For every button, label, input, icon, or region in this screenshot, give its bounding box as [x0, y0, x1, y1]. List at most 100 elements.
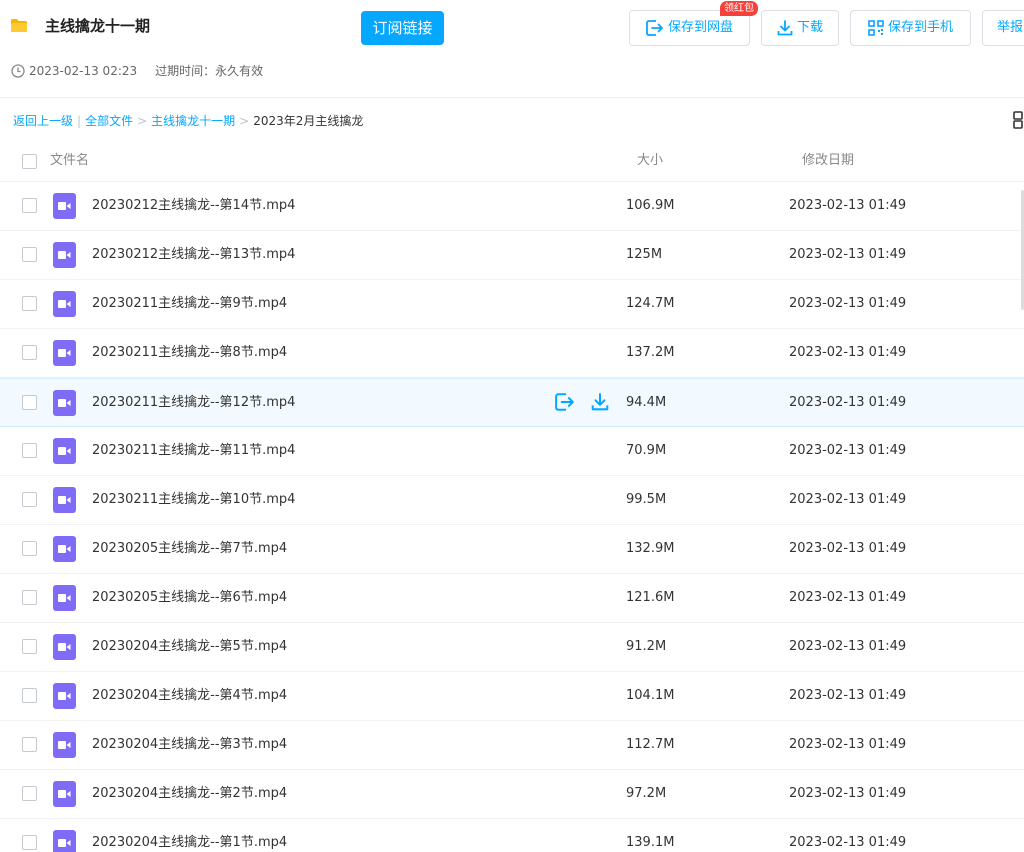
report-button[interactable]: 举报: [982, 10, 1024, 46]
file-date: 2023-02-13 01:49: [789, 345, 907, 360]
table-row[interactable]: 20230205主线擒龙--第7节.mp4 132.9M 2023-02-13 01…: [0, 525, 1024, 574]
file-size: 139.1M: [626, 835, 675, 850]
file-size: 70.9M: [626, 443, 667, 458]
breadcrumb-arrow: >: [137, 114, 148, 128]
video-file-icon: [53, 340, 76, 366]
file-date: 2023-02-13 01:49: [789, 443, 907, 458]
table-row[interactable]: 20230204主线擒龙--第4节.mp4 104.1M 2023-02-13 01…: [0, 672, 1024, 721]
table-row[interactable]: 20230212主线擒龙--第14节.mp4 106.9M 2023-02-13 0…: [0, 182, 1024, 231]
row-checkbox[interactable]: [22, 492, 37, 507]
column-header-date[interactable]: 修改日期: [802, 152, 854, 170]
row-checkbox[interactable]: [22, 786, 37, 801]
column-header-name[interactable]: 文件名: [50, 152, 89, 170]
grid-view-icon[interactable]: [1012, 110, 1024, 130]
breadcrumb-back[interactable]: 返回上一级: [13, 113, 73, 129]
row-checkbox[interactable]: [22, 395, 37, 410]
row-checkbox[interactable]: [22, 835, 37, 850]
file-size: 137.2M: [626, 345, 675, 360]
expire-text: 过期时间：永久有效: [155, 64, 264, 78]
file-list: 20230212主线擒龙--第14节.mp4 106.9M 2023-02-13 0…: [0, 182, 1024, 852]
table-row[interactable]: 20230211主线擒龙--第11节.mp4 70.9M 2023-02-13 01…: [0, 427, 1024, 476]
file-name[interactable]: 20230211主线擒龙--第12节.mp4: [92, 394, 295, 412]
folder-icon: [11, 19, 27, 32]
file-date: 2023-02-13 01:49: [789, 786, 907, 801]
subscribe-link-button[interactable]: 订阅链接: [361, 11, 444, 45]
share-title: 主线擒龙十一期: [45, 17, 151, 35]
select-all-checkbox[interactable]: [22, 154, 37, 169]
download-icon[interactable]: [591, 393, 609, 411]
file-name[interactable]: 20230211主线擒龙--第9节.mp4: [92, 295, 287, 313]
file-size: 97.2M: [626, 786, 667, 801]
video-file-icon: [53, 291, 76, 317]
table-row[interactable]: 20230204主线擒龙--第5节.mp4 91.2M 2023-02-13 01:…: [0, 623, 1024, 672]
file-date: 2023-02-13 01:49: [789, 590, 907, 605]
table-header: 文件名 大小 修改日期: [0, 140, 1024, 182]
video-file-icon: [53, 193, 76, 219]
breadcrumb-current: 2023年2月主线擒龙: [253, 114, 364, 128]
share-time: 2023-02-13 02:23: [29, 64, 138, 78]
file-name[interactable]: 20230204主线擒龙--第2节.mp4: [92, 785, 287, 803]
file-name[interactable]: 20230205主线擒龙--第7节.mp4: [92, 540, 287, 558]
file-name[interactable]: 20230211主线擒龙--第8节.mp4: [92, 344, 287, 362]
table-row[interactable]: 20230204主线擒龙--第1节.mp4 139.1M 2023-02-13 01…: [0, 819, 1024, 852]
row-checkbox[interactable]: [22, 737, 37, 752]
table-row[interactable]: 20230212主线擒龙--第13节.mp4 125M 2023-02-13 01:…: [0, 231, 1024, 280]
table-row[interactable]: 20230205主线擒龙--第6节.mp4 121.6M 2023-02-13 01…: [0, 574, 1024, 623]
save-to-phone-button[interactable]: 保存到手机: [850, 10, 971, 46]
breadcrumb: 返回上一级 | 全部文件 > 主线擒龙十一期 > 2023年2月主线擒龙: [13, 113, 363, 129]
file-date: 2023-02-13 01:49: [789, 737, 907, 752]
file-name[interactable]: 20230204主线擒龙--第5节.mp4: [92, 638, 287, 656]
video-file-icon: [53, 830, 76, 852]
row-checkbox[interactable]: [22, 688, 37, 703]
breadcrumb-divider: |: [77, 114, 82, 128]
file-name[interactable]: 20230212主线擒龙--第13节.mp4: [92, 246, 295, 264]
file-name[interactable]: 20230204主线擒龙--第4节.mp4: [92, 687, 287, 705]
file-date: 2023-02-13 01:49: [789, 541, 907, 556]
row-checkbox[interactable]: [22, 541, 37, 556]
file-date: 2023-02-13 01:49: [789, 835, 907, 850]
row-checkbox[interactable]: [22, 198, 37, 213]
download-label: 下载: [796, 20, 823, 35]
download-button[interactable]: 下载: [761, 10, 839, 46]
file-name[interactable]: 20230211主线擒龙--第10节.mp4: [92, 491, 295, 509]
column-header-size[interactable]: 大小: [637, 152, 663, 170]
redpacket-badge[interactable]: 领红包: [720, 1, 758, 16]
row-checkbox[interactable]: [22, 296, 37, 311]
video-file-icon: [53, 781, 76, 807]
row-checkbox[interactable]: [22, 247, 37, 262]
file-name[interactable]: 20230211主线擒龙--第11节.mp4: [92, 442, 295, 460]
file-name[interactable]: 20230204主线擒龙--第1节.mp4: [92, 834, 287, 852]
download-icon: [777, 20, 793, 36]
save-to-cloud-icon: [646, 20, 663, 36]
table-row[interactable]: 20230204主线擒龙--第2节.mp4 97.2M 2023-02-13 01:…: [0, 770, 1024, 819]
breadcrumb-all-files[interactable]: 全部文件: [85, 113, 133, 129]
row-checkbox[interactable]: [22, 590, 37, 605]
table-row[interactable]: 20230211主线擒龙--第10节.mp4 99.5M 2023-02-13 01…: [0, 476, 1024, 525]
video-file-icon: [53, 634, 76, 660]
file-size: 112.7M: [626, 737, 675, 752]
video-file-icon: [53, 487, 76, 513]
table-row[interactable]: 20230211主线擒龙--第12节.mp4 94.4M 2023-02-13 01…: [0, 378, 1024, 427]
file-size: 104.1M: [626, 688, 675, 703]
save-to-cloud-icon[interactable]: [555, 393, 575, 411]
file-date: 2023-02-13 01:49: [789, 395, 907, 410]
file-name[interactable]: 20230204主线擒龙--第3节.mp4: [92, 736, 287, 754]
row-actions: [555, 393, 609, 411]
breadcrumb-arrow: >: [239, 114, 250, 128]
video-file-icon: [53, 585, 76, 611]
file-size: 132.9M: [626, 541, 675, 556]
table-row[interactable]: 20230211主线擒龙--第8节.mp4 137.2M 2023-02-13 01…: [0, 329, 1024, 378]
file-date: 2023-02-13 01:49: [789, 639, 907, 654]
file-date: 2023-02-13 01:49: [789, 247, 907, 262]
table-row[interactable]: 20230204主线擒龙--第3节.mp4 112.7M 2023-02-13 01…: [0, 721, 1024, 770]
row-checkbox[interactable]: [22, 639, 37, 654]
file-size: 91.2M: [626, 639, 667, 654]
file-name[interactable]: 20230212主线擒龙--第14节.mp4: [92, 197, 295, 215]
row-checkbox[interactable]: [22, 345, 37, 360]
breadcrumb-parent[interactable]: 主线擒龙十一期: [151, 113, 235, 129]
row-checkbox[interactable]: [22, 443, 37, 458]
table-row[interactable]: 20230211主线擒龙--第9节.mp4 124.7M 2023-02-13 01…: [0, 280, 1024, 329]
video-file-icon: [53, 438, 76, 464]
video-file-icon: [53, 683, 76, 709]
file-name[interactable]: 20230205主线擒龙--第6节.mp4: [92, 589, 287, 607]
